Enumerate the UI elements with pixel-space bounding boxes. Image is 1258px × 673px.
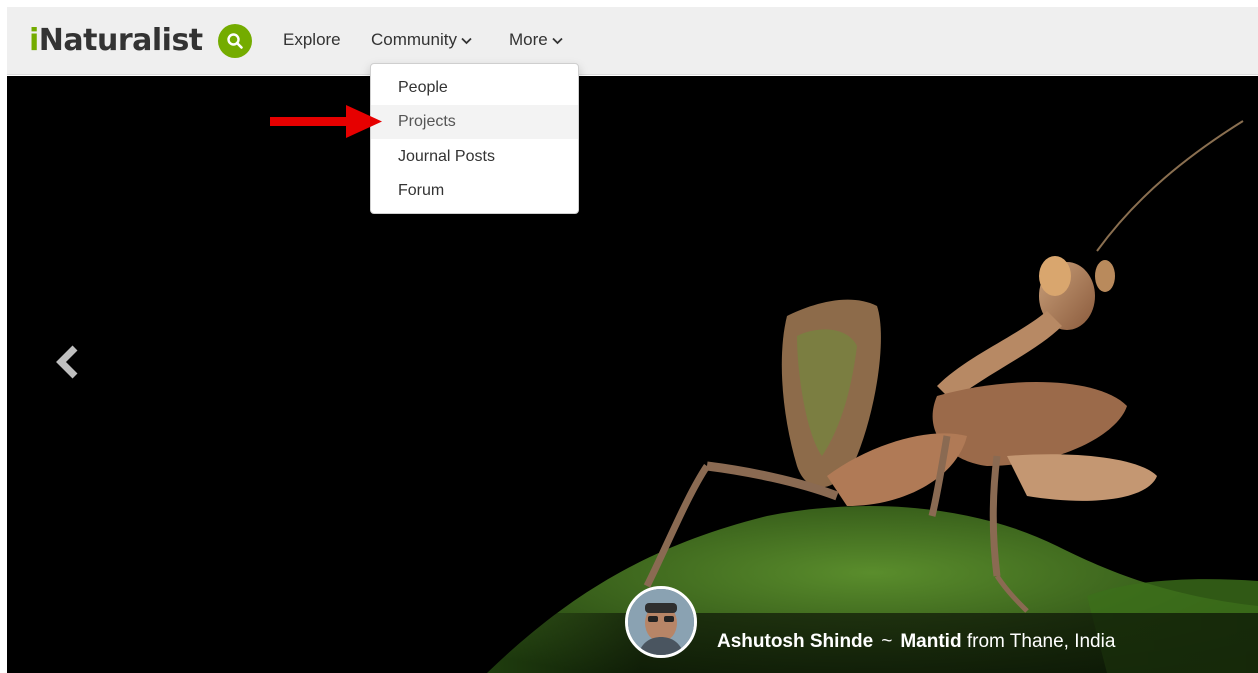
chevron-left-icon[interactable] (55, 344, 81, 380)
community-dropdown-menu: People Projects Journal Posts Forum (370, 63, 579, 214)
hero-photo: Ashutosh Shinde ~ Mantid from Thane, India (7, 76, 1258, 673)
search-button[interactable] (218, 24, 252, 58)
nav-explore[interactable]: Explore (283, 28, 341, 52)
chevron-down-icon (552, 37, 563, 44)
chevron-down-icon (461, 37, 472, 44)
menu-item-projects[interactable]: Projects (371, 105, 578, 139)
location-text: from Thane, India (966, 631, 1116, 652)
photo-caption: Ashutosh Shinde ~ Mantid from Thane, India (717, 631, 1116, 652)
avatar[interactable] (625, 586, 697, 658)
inaturalist-logo[interactable]: iNaturalist (29, 21, 203, 61)
photographer-avatar-image (628, 589, 694, 655)
nav-community[interactable]: Community (371, 28, 472, 52)
red-annotation-arrow (270, 105, 382, 138)
taxon-name[interactable]: Mantid (900, 631, 961, 652)
search-icon (227, 33, 243, 49)
nav-more[interactable]: More (509, 28, 563, 52)
menu-item-forum[interactable]: Forum (371, 174, 578, 208)
menu-item-people[interactable]: People (371, 71, 578, 105)
menu-item-journal-posts[interactable]: Journal Posts (371, 140, 578, 174)
mantid-photo (487, 120, 1258, 673)
photographer-name[interactable]: Ashutosh Shinde (717, 631, 873, 652)
site-header: iNaturalist Explore Community More (7, 7, 1258, 75)
